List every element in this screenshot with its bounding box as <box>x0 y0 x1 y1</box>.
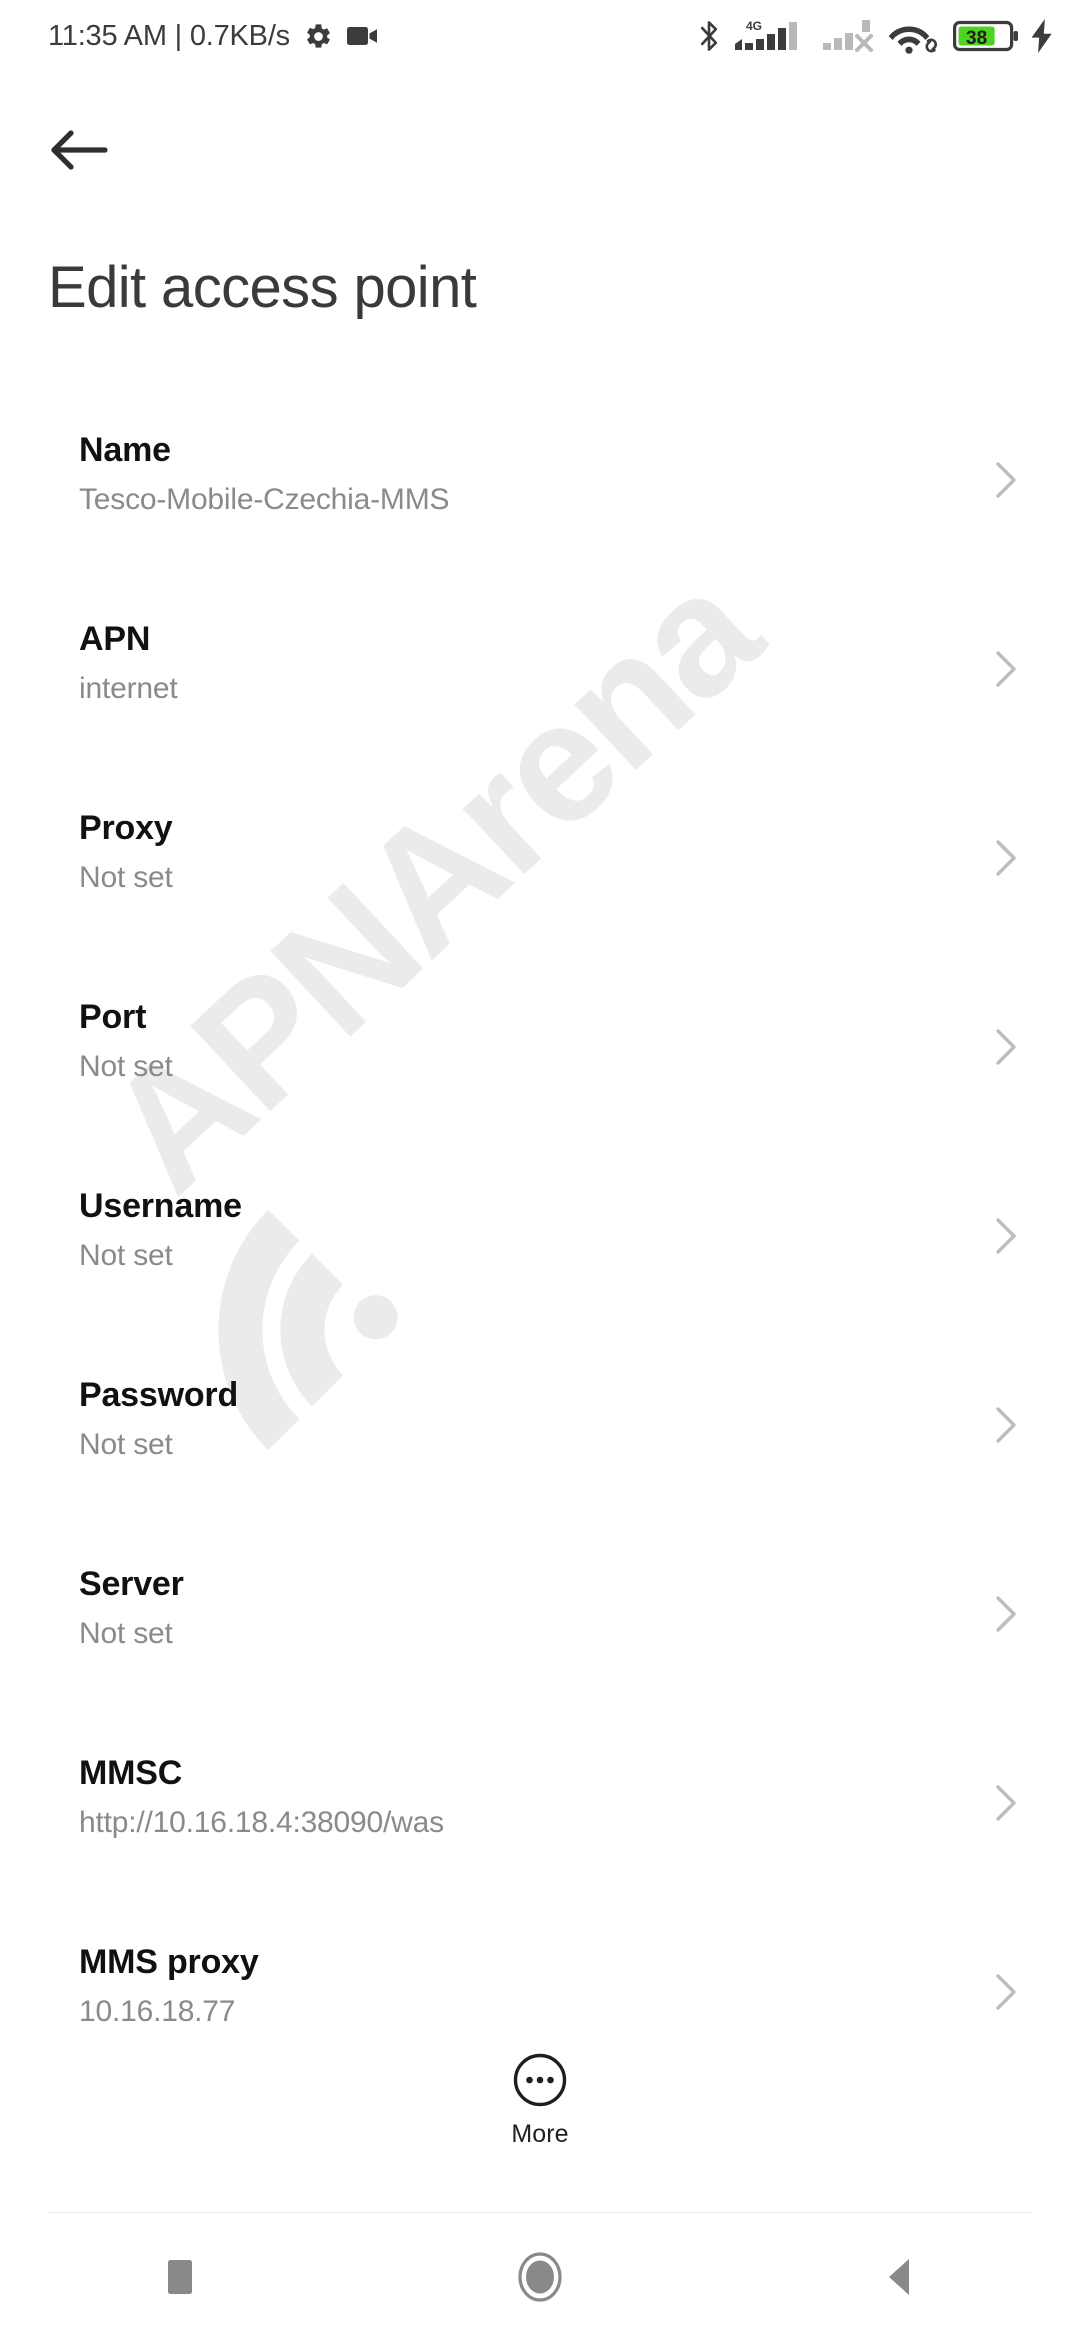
chevron-right-icon <box>996 1407 1016 1443</box>
row-value: http://10.16.18.4:38090/was <box>79 1806 444 1840</box>
chevron-right-icon <box>996 1785 1016 1821</box>
row-value: internet <box>79 672 178 706</box>
nav-recents-button[interactable] <box>0 2213 360 2340</box>
chevron-right-icon <box>996 651 1016 687</box>
chevron-right-icon <box>996 1029 1016 1065</box>
row-value: Not set <box>79 1617 173 1651</box>
table-row[interactable]: Name Tesco-Mobile-Czechia-MMS <box>0 406 1080 595</box>
row-value: Not set <box>79 861 173 895</box>
battery-level-text: 38 <box>966 28 987 49</box>
nav-back-button[interactable] <box>720 2213 1080 2340</box>
row-text: APN internet <box>79 595 178 708</box>
row-label: MMSC <box>79 1754 183 1792</box>
table-row[interactable]: APN internet <box>0 595 1080 784</box>
row-label: MMS proxy <box>79 1943 259 1981</box>
bluetooth-icon <box>700 21 718 51</box>
status-bar: 11:35 AM | 0.7KB/s 4G 38 <box>0 0 1080 72</box>
chevron-right-icon <box>996 1974 1016 2010</box>
row-text: Server Not set <box>79 1540 184 1653</box>
more-button[interactable]: More <box>0 2052 1080 2149</box>
row-label: APN <box>79 620 151 658</box>
chevron-right-icon <box>996 462 1016 498</box>
row-label: Name <box>79 431 171 469</box>
row-text: Password Not set <box>79 1351 238 1464</box>
table-row[interactable]: MMSC http://10.16.18.4:38090/was <box>0 1729 1080 1918</box>
more-button-label: More <box>511 2120 569 2148</box>
row-value: 10.16.18.77 <box>79 1995 236 2029</box>
page-title: Edit access point <box>48 255 477 320</box>
row-text: Username Not set <box>79 1162 242 1275</box>
row-label: Username <box>79 1187 242 1225</box>
row-value: Not set <box>79 1050 173 1084</box>
phone-screen: APNArena 11:35 AM | 0.7KB/s 4G 38 Edit a… <box>0 0 1080 2340</box>
access-point-settings-list: Name Tesco-Mobile-Czechia-MMS APN intern… <box>0 406 1080 2107</box>
row-text: MMSC http://10.16.18.4:38090/was <box>79 1729 444 1842</box>
navigation-bar <box>0 2213 1080 2340</box>
row-label: Password <box>79 1376 239 1414</box>
row-label: Proxy <box>79 809 173 847</box>
table-row[interactable]: Username Not set <box>0 1162 1080 1351</box>
row-label: Server <box>79 1565 184 1603</box>
chevron-right-icon <box>996 840 1016 876</box>
arrow-left-icon <box>51 130 108 170</box>
table-row[interactable]: Password Not set <box>0 1351 1080 1540</box>
video-camera-icon <box>346 27 377 45</box>
row-value: Not set <box>79 1239 173 1273</box>
square-recents-icon <box>168 2259 192 2294</box>
row-value: Tesco-Mobile-Czechia-MMS <box>79 483 450 517</box>
row-text: Name Tesco-Mobile-Czechia-MMS <box>79 406 449 519</box>
signal-4g-icon: 4G <box>735 19 797 50</box>
table-row[interactable]: Proxy Not set <box>0 784 1080 973</box>
signal-no-service-icon <box>823 20 873 52</box>
chevron-right-icon <box>996 1596 1016 1632</box>
overflow-dots-circle-icon <box>513 2053 567 2107</box>
chevron-right-icon <box>996 1218 1016 1254</box>
svg-text:4G: 4G <box>746 19 762 33</box>
nav-home-button[interactable] <box>360 2213 720 2340</box>
table-row[interactable]: Port Not set <box>0 973 1080 1162</box>
charging-bolt-icon <box>1031 19 1052 53</box>
row-text: MMS proxy 10.16.18.77 <box>79 1918 259 2031</box>
wifi-icon <box>888 26 937 54</box>
row-text: Proxy Not set <box>79 784 173 897</box>
row-text: Port Not set <box>79 973 173 1086</box>
triangle-back-icon <box>889 2258 909 2295</box>
table-row[interactable]: Server Not set <box>0 1540 1080 1729</box>
status-bar-left: 11:35 AM | 0.7KB/s <box>48 20 379 53</box>
battery-icon: 38 <box>953 20 1018 52</box>
status-bar-right: 4G 38 <box>697 17 1054 55</box>
row-label: Port <box>79 998 147 1036</box>
back-button[interactable] <box>48 118 122 182</box>
gear-icon <box>307 23 330 48</box>
status-clock-and-network-speed: 11:35 AM | 0.7KB/s <box>48 19 290 52</box>
circle-home-icon <box>518 2251 562 2302</box>
row-value: Not set <box>79 1428 173 1462</box>
